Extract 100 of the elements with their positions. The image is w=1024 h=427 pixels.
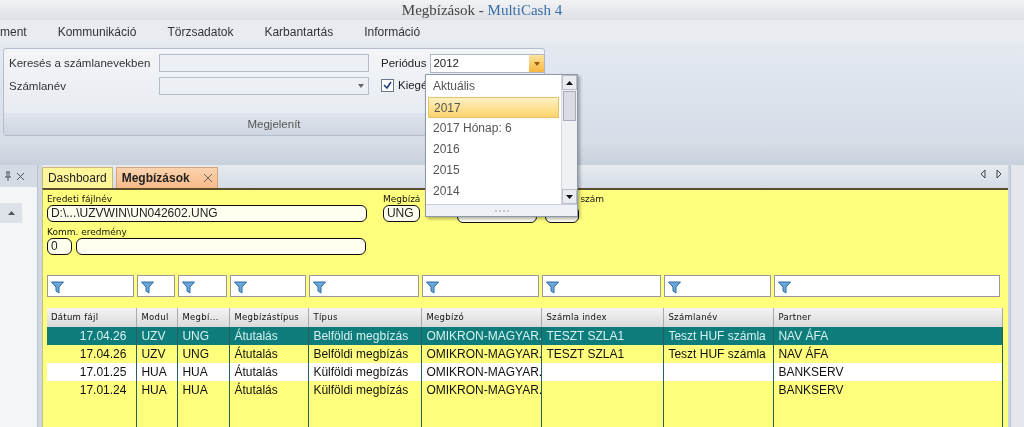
checkbox[interactable] <box>381 79 394 93</box>
table-cell: Átutalás <box>234 347 278 361</box>
table-cell: Teszt HUF számla <box>668 329 766 343</box>
column-header[interactable]: Megbízástípus <box>229 308 309 327</box>
table-cell: UZV <box>141 347 166 361</box>
filter-field[interactable] <box>308 275 419 297</box>
filter-icon[interactable] <box>777 281 791 295</box>
period-dropdown[interactable]: 2012 <box>430 54 546 73</box>
filter-icon[interactable] <box>545 281 559 295</box>
right-arrow-icon[interactable] <box>996 169 1002 179</box>
menu-item[interactable]: Kommunikáció <box>57 23 137 41</box>
field-label: Periódus <box>381 55 427 71</box>
app-name: MultiCash 4 <box>487 0 563 20</box>
table-row[interactable]: 17.01.24 HUA HUA Átutalás Külföldi megbízás OMIKRON-MAGYAR. BANKSERV <box>46 381 1003 399</box>
table-row[interactable]: 17.01.25 HUA HUA Átutalás Külföldi megbízás OMIKRON-MAGYAR. BANKSERV <box>46 363 1003 381</box>
table-cell: 17.01.24 <box>79 383 127 397</box>
scroll-thumb[interactable] <box>563 91 576 121</box>
dropdown-item[interactable]: 2015 <box>428 160 559 181</box>
column-header[interactable]: Megbí... <box>177 308 230 327</box>
table-cell: Külföldi megbízás <box>313 365 409 379</box>
table-cell: NAV ÁFA <box>778 347 829 361</box>
menu-item[interactable]: Információ <box>364 23 421 41</box>
search-field[interactable] <box>159 54 369 72</box>
table-cell: UNG <box>182 329 210 343</box>
table-cell: HUA <box>141 365 167 379</box>
table-cell: Átutalás <box>234 383 278 397</box>
field-label: Eredeti fájlnév <box>46 194 114 205</box>
filter-field[interactable] <box>773 275 1000 297</box>
scroll-down-icon[interactable] <box>566 194 573 199</box>
tab[interactable]: Dashboard <box>41 167 113 188</box>
table-cell: UZV <box>141 329 166 343</box>
file-name-field[interactable]: D:\...\UZVWIN\UN042602.UNG <box>46 205 367 222</box>
menu-item[interactable]: Törzsadatok <box>167 23 234 41</box>
filter-icon[interactable] <box>312 281 326 295</box>
column-header[interactable]: Számlanév <box>663 308 774 327</box>
result-field[interactable] <box>75 238 366 255</box>
menu-item[interactable]: Karbantartás <box>264 23 334 41</box>
dropdown-item[interactable]: 2016 <box>428 139 559 160</box>
table-cell: OMIKRON-MAGYAR. <box>426 365 541 379</box>
filter-field[interactable] <box>136 275 175 297</box>
filter-icon[interactable] <box>140 281 154 295</box>
filter-field[interactable] <box>46 275 134 297</box>
column-header[interactable]: Megbízó <box>421 308 542 327</box>
table-cell: TESZT SZLA1 <box>546 329 625 343</box>
table-cell: HUA <box>141 383 167 397</box>
table-cell: Átutalás <box>234 329 278 343</box>
filter-field[interactable] <box>177 275 227 297</box>
table-cell: OMIKRON-MAGYAR. <box>426 383 541 397</box>
table-cell: OMIKRON-MAGYAR. <box>426 329 541 343</box>
filter-icon[interactable] <box>181 281 195 295</box>
field-label: Keresés a számlanevekben <box>9 56 152 71</box>
dropdown-item[interactable]: 2017 <box>428 97 559 118</box>
field-label: Számlanév <box>9 79 67 94</box>
resize-grip-icon[interactable] <box>494 209 509 212</box>
collapse-button[interactable] <box>0 203 22 223</box>
field-label: Komm. eredmény <box>46 227 128 238</box>
column-header[interactable]: Számla index <box>541 308 664 327</box>
filter-field[interactable] <box>663 275 771 297</box>
column-header[interactable]: Típus <box>308 308 422 327</box>
field-label: szám <box>580 194 605 205</box>
table-cell: UNG <box>182 347 210 361</box>
window-title: Megbízások - <box>401 0 485 20</box>
scrollbar[interactable] <box>561 75 577 204</box>
table-cell: Külföldi megbízás <box>313 383 409 397</box>
column-header[interactable]: Dátum fájl <box>46 308 137 327</box>
caret-icon <box>7 211 15 215</box>
filter-icon[interactable] <box>667 281 681 295</box>
table-cell: 17.04.26 <box>79 329 127 343</box>
filter-icon[interactable] <box>50 281 64 295</box>
filter-icon[interactable] <box>233 281 247 295</box>
table-cell: BANKSERV <box>778 383 844 397</box>
filter-field[interactable] <box>421 275 539 297</box>
tab[interactable]: Megbízások <box>115 167 218 188</box>
pin-icon[interactable] <box>4 171 12 181</box>
column-header[interactable]: Modul <box>136 308 178 327</box>
scroll-up-icon[interactable] <box>566 80 573 85</box>
close-icon[interactable] <box>203 174 212 182</box>
table-row[interactable]: 17.04.26 UZV UNG Átutalás Belföldi megbízás OMIKRON-MAGYAR. TESZT SZLA1 Teszt HUF számla NAV ÁFA <box>46 327 1003 345</box>
close-icon[interactable] <box>16 171 25 181</box>
column-header[interactable]: Partner <box>773 308 1003 327</box>
table-cell: HUA <box>182 383 208 397</box>
filter-icon[interactable] <box>425 281 439 295</box>
order-field[interactable]: UNG <box>382 205 421 222</box>
result-code-field[interactable]: 0 <box>46 238 72 255</box>
left-arrow-icon[interactable] <box>980 169 986 179</box>
table-cell: 17.01.25 <box>79 365 127 379</box>
dropdown-item[interactable]: 2014 <box>428 181 559 202</box>
filter-field[interactable] <box>229 275 306 297</box>
table-cell: Átutalás <box>234 365 278 379</box>
menu-item[interactable]: ment <box>0 23 27 41</box>
table-cell: Belföldi megbízás <box>313 347 409 361</box>
table-cell: HUA <box>182 365 208 379</box>
filter-field[interactable] <box>541 275 661 297</box>
dropdown-item[interactable]: Aktuális <box>428 76 559 97</box>
table-cell: BANKSERV <box>778 365 844 379</box>
caret-icon <box>358 84 364 88</box>
table-cell: NAV ÁFA <box>778 329 829 343</box>
table-cell: Belföldi megbízás <box>313 329 409 343</box>
table-cell: 17.04.26 <box>79 347 127 361</box>
table-cell: Teszt HUF számla <box>668 347 766 361</box>
